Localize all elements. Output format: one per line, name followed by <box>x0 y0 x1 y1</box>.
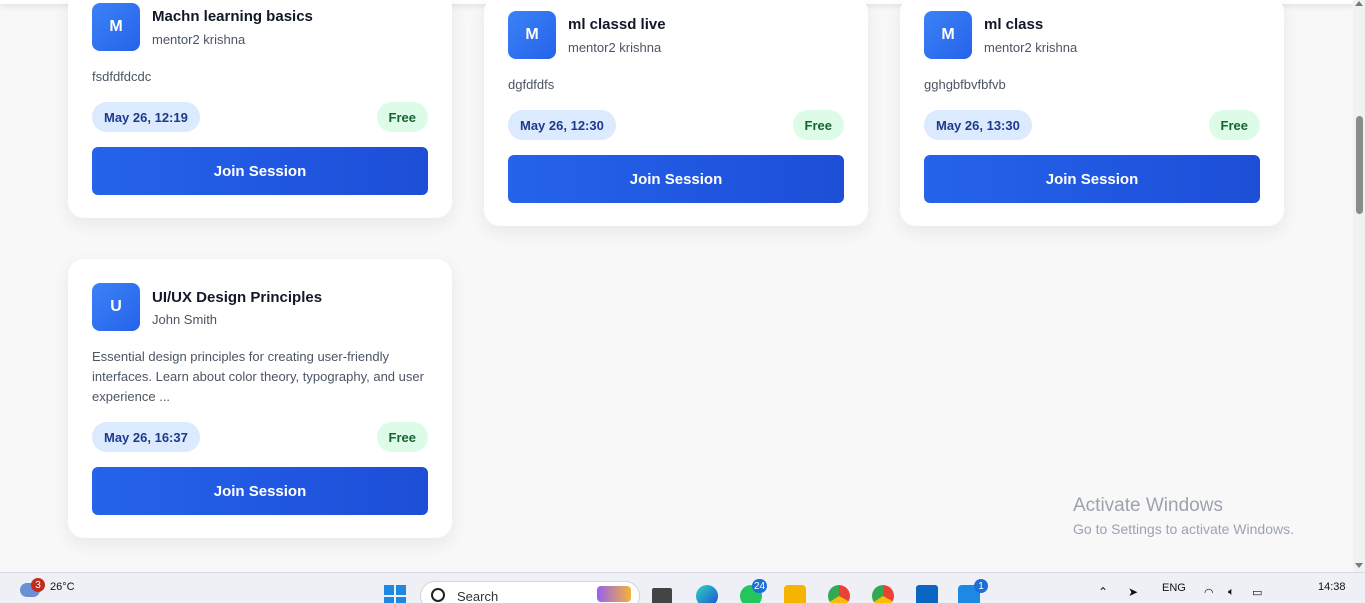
session-date-badge: May 26, 13:30 <box>924 110 1032 140</box>
location-icon: ➤ <box>1128 585 1139 599</box>
file-explorer-icon[interactable] <box>784 585 806 603</box>
session-title: UI/UX Design Principles <box>152 289 323 306</box>
session-card: M Machn learning basics mentor2 krishna … <box>68 0 452 218</box>
show-hidden-icons-chevron-icon[interactable]: ⌃ <box>1098 585 1108 599</box>
scroll-up-arrow-icon[interactable] <box>1355 1 1363 6</box>
whatsapp-badge: 24 <box>752 579 768 593</box>
session-price-badge: Free <box>792 110 844 140</box>
session-avatar: M <box>508 11 556 59</box>
weather-temperature[interactable]: 26°C <box>50 581 75 593</box>
session-description: dgfdfdfs <box>508 77 555 92</box>
watermark-subtitle: Go to Settings to activate Windows. <box>1073 521 1294 537</box>
activate-windows-watermark: Activate Windows Go to Settings to activ… <box>1073 495 1294 537</box>
session-description: gghgbfbvfbfvb <box>924 77 1006 92</box>
wifi-icon[interactable]: ◠ <box>1204 586 1214 599</box>
session-mentor: mentor2 krishna <box>568 40 662 55</box>
battery-icon[interactable]: ▭ <box>1252 586 1262 599</box>
task-view-icon[interactable] <box>652 588 672 603</box>
scroll-down-arrow-icon[interactable] <box>1355 563 1363 568</box>
weather-notification-badge: 3 <box>31 578 45 592</box>
join-session-button[interactable]: Join Session <box>508 155 844 203</box>
session-card: U UI/UX Design Principles John Smith Ess… <box>68 259 452 538</box>
session-avatar: M <box>924 11 972 59</box>
volume-icon[interactable]: 🔈︎ <box>1228 586 1235 599</box>
session-mentor: John Smith <box>152 312 218 327</box>
session-price-badge: Free <box>376 422 428 452</box>
session-card: M ml classd live mentor2 krishna dgfdfdf… <box>484 0 868 226</box>
chrome-icon[interactable] <box>828 585 850 603</box>
scrollbar-thumb[interactable] <box>1356 116 1363 214</box>
session-price-badge: Free <box>376 102 428 132</box>
session-mentor: mentor2 krishna <box>152 32 246 47</box>
session-title: ml class <box>984 16 1044 33</box>
session-avatar: U <box>92 283 140 331</box>
session-title: Machn learning basics <box>152 8 313 25</box>
search-icon <box>431 588 445 602</box>
session-mentor: mentor2 krishna <box>984 40 1078 55</box>
chrome-profile-icon[interactable] <box>872 585 894 603</box>
search-highlight-icon <box>597 586 631 602</box>
session-date-badge: May 26, 12:19 <box>92 102 200 132</box>
linkedin-icon[interactable] <box>916 585 938 603</box>
windows-taskbar: 3 26°C Search 24 1 ⌃ ➤ ENG ◠ 🔈︎ ▭ 14:38 <box>0 572 1365 603</box>
session-price-badge: Free <box>1208 110 1260 140</box>
session-title: ml classd live <box>568 16 666 33</box>
join-session-button[interactable]: Join Session <box>924 155 1260 203</box>
session-description: fsdfdfdcdc <box>92 69 152 84</box>
join-session-button[interactable]: Join Session <box>92 147 428 195</box>
edge-browser-icon[interactable] <box>696 585 718 603</box>
taskbar-clock[interactable]: 14:38 <box>1318 581 1346 593</box>
session-description: Essential design principles for creating… <box>92 349 424 404</box>
session-date-badge: May 26, 12:30 <box>508 110 616 140</box>
windows-start-icon[interactable] <box>384 585 406 603</box>
taskbar-search-box[interactable]: Search <box>420 581 640 603</box>
language-indicator[interactable]: ENG <box>1162 582 1186 594</box>
join-session-button[interactable]: Join Session <box>92 467 428 515</box>
taskbar-search-label: Search <box>457 589 499 603</box>
session-avatar: M <box>92 3 140 51</box>
session-date-badge: May 26, 16:37 <box>92 422 200 452</box>
page-scrollbar[interactable] <box>1353 0 1365 572</box>
session-card: M ml class mentor2 krishna gghgbfbvfbfvb… <box>900 0 1284 226</box>
watermark-title: Activate Windows <box>1073 495 1223 516</box>
store-app-badge: 1 <box>974 579 988 593</box>
